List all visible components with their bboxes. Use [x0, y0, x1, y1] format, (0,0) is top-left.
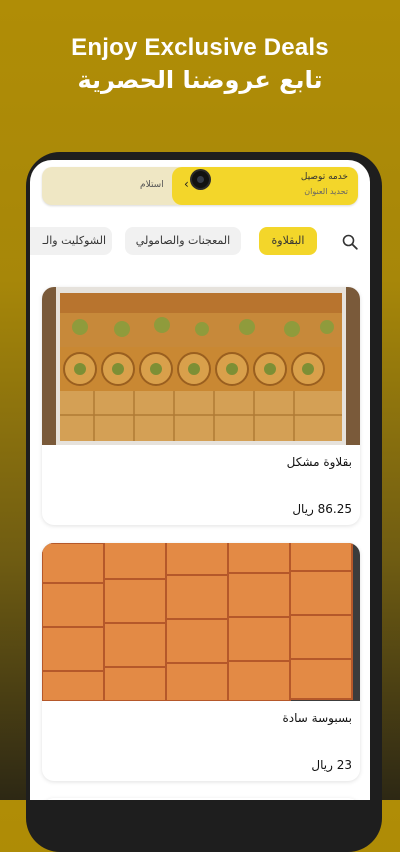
tab-baklava[interactable]: البقلاوة: [259, 227, 317, 255]
tab-pastries[interactable]: المعجنات والصامولي: [125, 227, 241, 255]
set-address-link[interactable]: تحديد العنوان: [304, 187, 348, 196]
category-tabs: البقلاوة المعجنات والصامولي الشوكليت وال…: [30, 227, 370, 257]
product-name: بسبوسة سادة: [282, 711, 352, 725]
product-price: 86.25 ريال: [292, 502, 352, 516]
product-image-basbousa: [42, 543, 360, 701]
delivery-service-label: خدمه توصيل: [300, 172, 348, 182]
product-name: بقلاوة مشكل: [286, 455, 352, 469]
product-image-baklava: [42, 287, 360, 445]
promo-headline-ar: تابع عروضنا الحصرية: [77, 66, 323, 94]
front-camera: [192, 171, 209, 188]
product-card[interactable]: بسبوسة سادة 23 ريال: [42, 543, 360, 781]
product-card[interactable]: بقلاوة مشكل 86.25 ريال: [42, 287, 360, 525]
product-price: 23 ريال: [311, 758, 352, 772]
pickup-option[interactable]: استلام: [140, 180, 164, 190]
search-icon[interactable]: [342, 234, 358, 250]
app-screen: استلام ‹ خدمه توصيل تحديد العنوان البقلا…: [30, 160, 370, 800]
tab-chocolate[interactable]: الشوكليت والـ: [30, 227, 112, 255]
chevron-left-icon[interactable]: ‹: [184, 177, 189, 191]
promo-headline-en: Enjoy Exclusive Deals: [71, 34, 329, 61]
tab-chocolate-label: الشوكليت والـ: [42, 234, 106, 247]
